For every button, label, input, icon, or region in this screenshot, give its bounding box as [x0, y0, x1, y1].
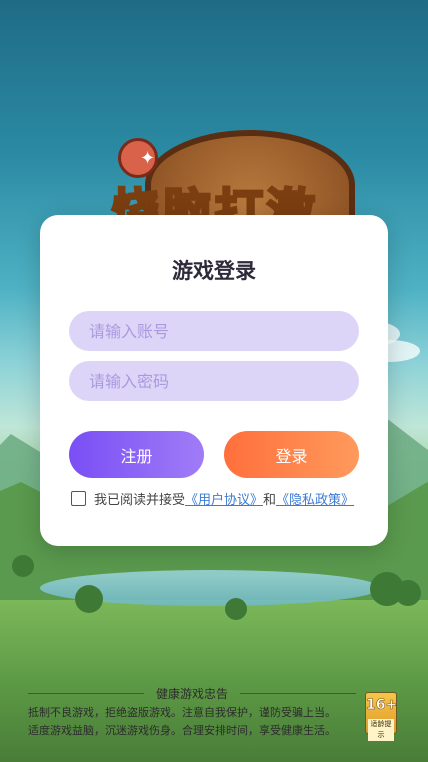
advisory-title: 健康游戏忠告	[156, 686, 229, 701]
register-button[interactable]: 注册	[69, 431, 204, 478]
agreement-and: 和	[263, 493, 277, 508]
advisory-text: 抵制不良游戏，拒绝盗版游戏。注意自我保护，谨防受骗上当。 适度游戏益脑，沉迷游戏…	[28, 704, 360, 740]
age-rating-number: 16+	[366, 697, 398, 714]
sparkle-icon: ✦	[140, 148, 156, 169]
advisory-line-1: 抵制不良游戏，拒绝盗版游戏。注意自我保护，谨防受骗上当。	[28, 706, 336, 719]
checkbox-icon[interactable]	[71, 491, 86, 506]
tree	[12, 555, 34, 577]
health-advisory: 健康游戏忠告 抵制不良游戏，拒绝盗版游戏。注意自我保护，谨防受骗上当。 适度游戏…	[0, 682, 428, 742]
privacy-policy-link[interactable]: 《隐私政策》	[276, 489, 354, 508]
tree	[75, 585, 103, 613]
advisory-line-2: 适度游戏益脑，沉迷游戏伤身。合理安排时间，享受健康生活。	[28, 724, 336, 737]
age-rating-label: 适龄提示	[368, 719, 394, 741]
dialog-title: 游戏登录	[172, 259, 256, 283]
user-agreement-link[interactable]: 《用户协议》	[185, 489, 263, 508]
login-button[interactable]: 登录	[224, 431, 359, 478]
account-input[interactable]	[69, 311, 359, 351]
tree	[395, 580, 421, 606]
agreement-prefix: 我已阅读并接受	[94, 493, 186, 508]
divider	[240, 692, 357, 694]
password-input[interactable]	[69, 361, 359, 401]
login-dialog: 游戏登录 注册 登录 我已阅读并接受 《用户协议》 和 《隐私政策》	[40, 215, 388, 546]
advisory-title-row: 健康游戏忠告	[28, 686, 357, 701]
game-logo: ✦ 烧脑打激	[50, 120, 380, 242]
divider	[28, 692, 144, 694]
age-rating-badge: 16+ 适龄提示	[365, 692, 398, 741]
agreement-row: 我已阅读并接受 《用户协议》 和 《隐私政策》	[71, 489, 354, 508]
tree	[225, 598, 247, 620]
